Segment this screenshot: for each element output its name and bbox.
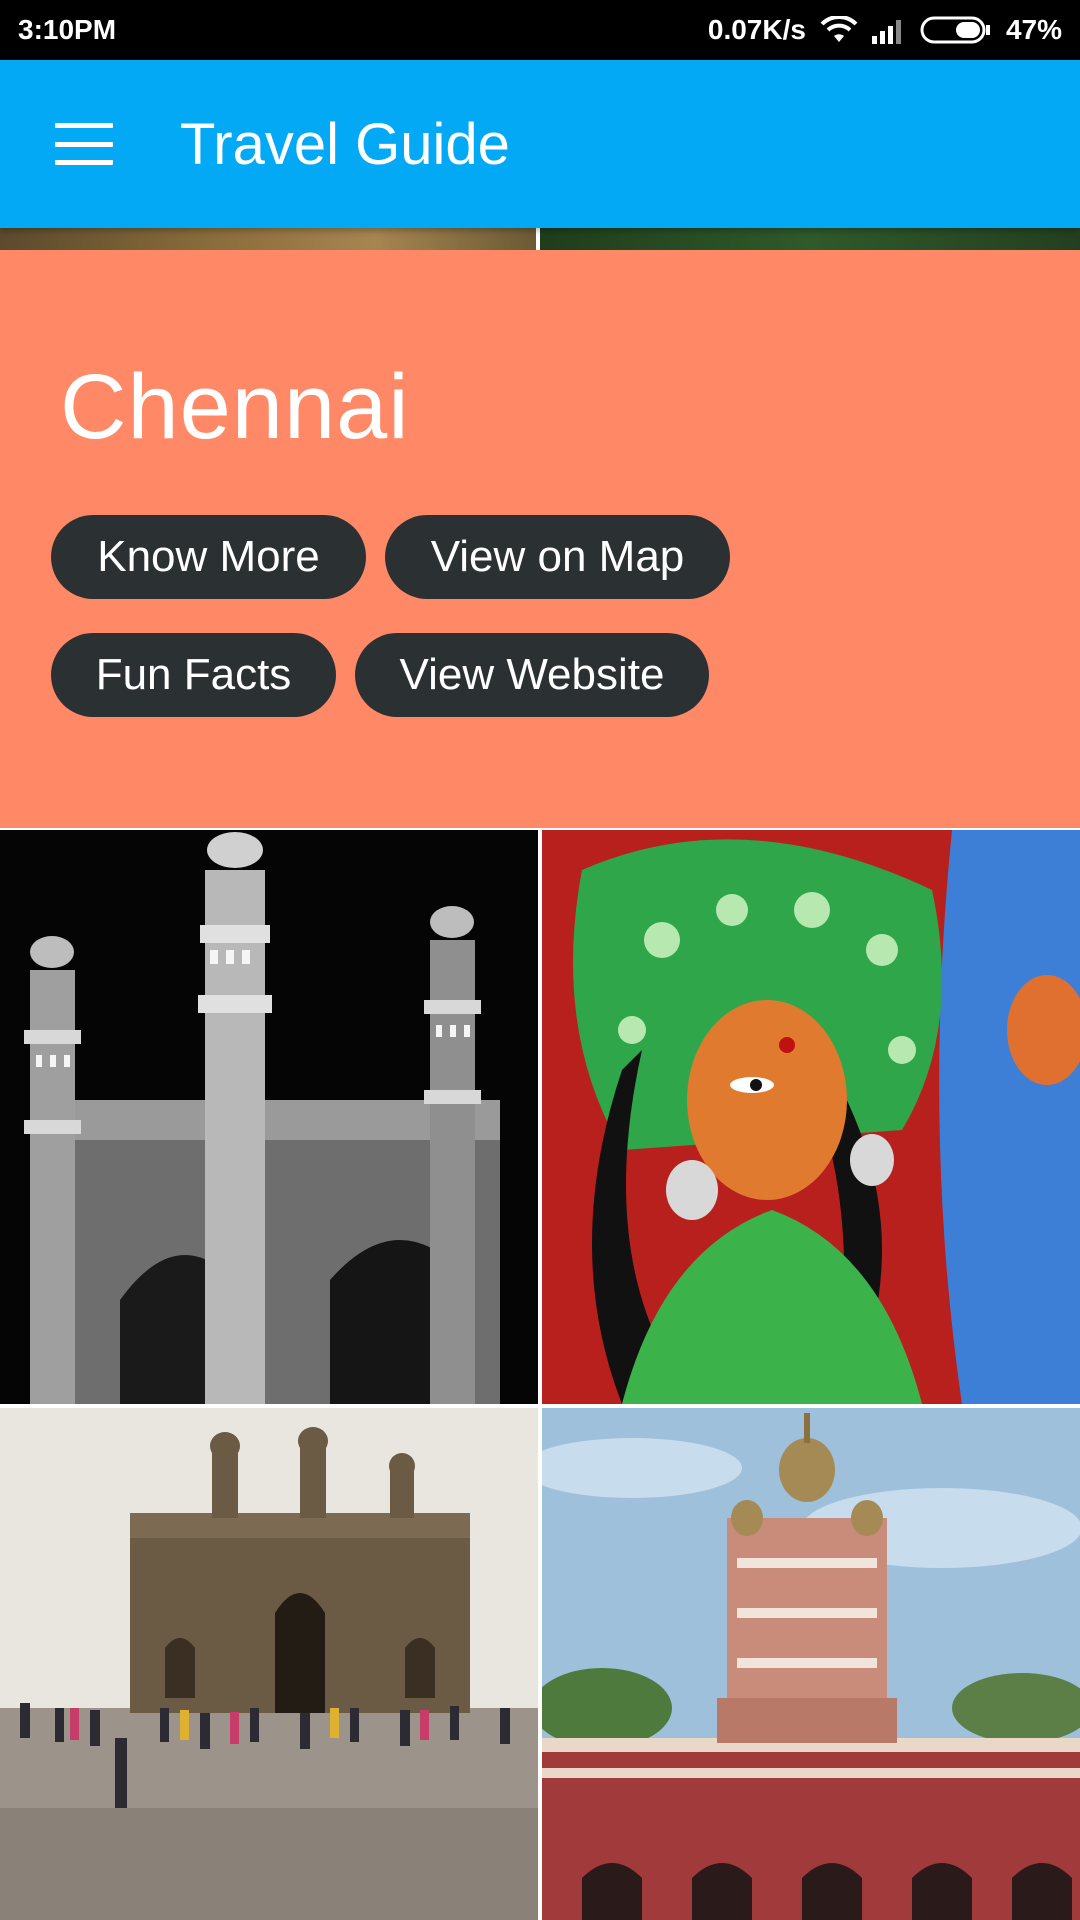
partial-image xyxy=(540,228,1080,250)
battery-icon xyxy=(920,15,992,45)
know-more-button[interactable]: Know More xyxy=(51,515,366,599)
city-card: Chennai Know More View on Map Fun Facts … xyxy=(0,250,1080,828)
image-gallery xyxy=(0,830,1080,1920)
parvati-temple-photo[interactable] xyxy=(542,1408,1080,1920)
previous-images-strip xyxy=(0,228,1080,250)
app-bar: Travel Guide xyxy=(0,60,1080,228)
fun-facts-button[interactable]: Fun Facts xyxy=(51,633,336,717)
status-time: 3:10PM xyxy=(18,14,117,45)
status-bar: 3:10PM 0.07K/s 47% xyxy=(0,0,1080,60)
view-website-button[interactable]: View Website xyxy=(355,633,709,717)
status-indicators: 0.07K/s 47% xyxy=(708,14,1062,46)
view-on-map-button[interactable]: View on Map xyxy=(385,515,730,599)
app-title: Travel Guide xyxy=(180,111,510,177)
menu-icon[interactable] xyxy=(55,123,113,165)
network-speed: 0.07K/s xyxy=(707,14,806,45)
gateway-of-india-photo[interactable] xyxy=(0,1408,538,1920)
partial-image xyxy=(0,228,536,250)
charminar-photo[interactable] xyxy=(0,830,538,1404)
battery-percent: 47% xyxy=(1005,14,1062,45)
city-name: Chennai xyxy=(60,356,410,458)
wifi-icon xyxy=(820,16,858,44)
durga-idol-photo[interactable] xyxy=(542,830,1080,1404)
signal-icon xyxy=(871,16,906,44)
